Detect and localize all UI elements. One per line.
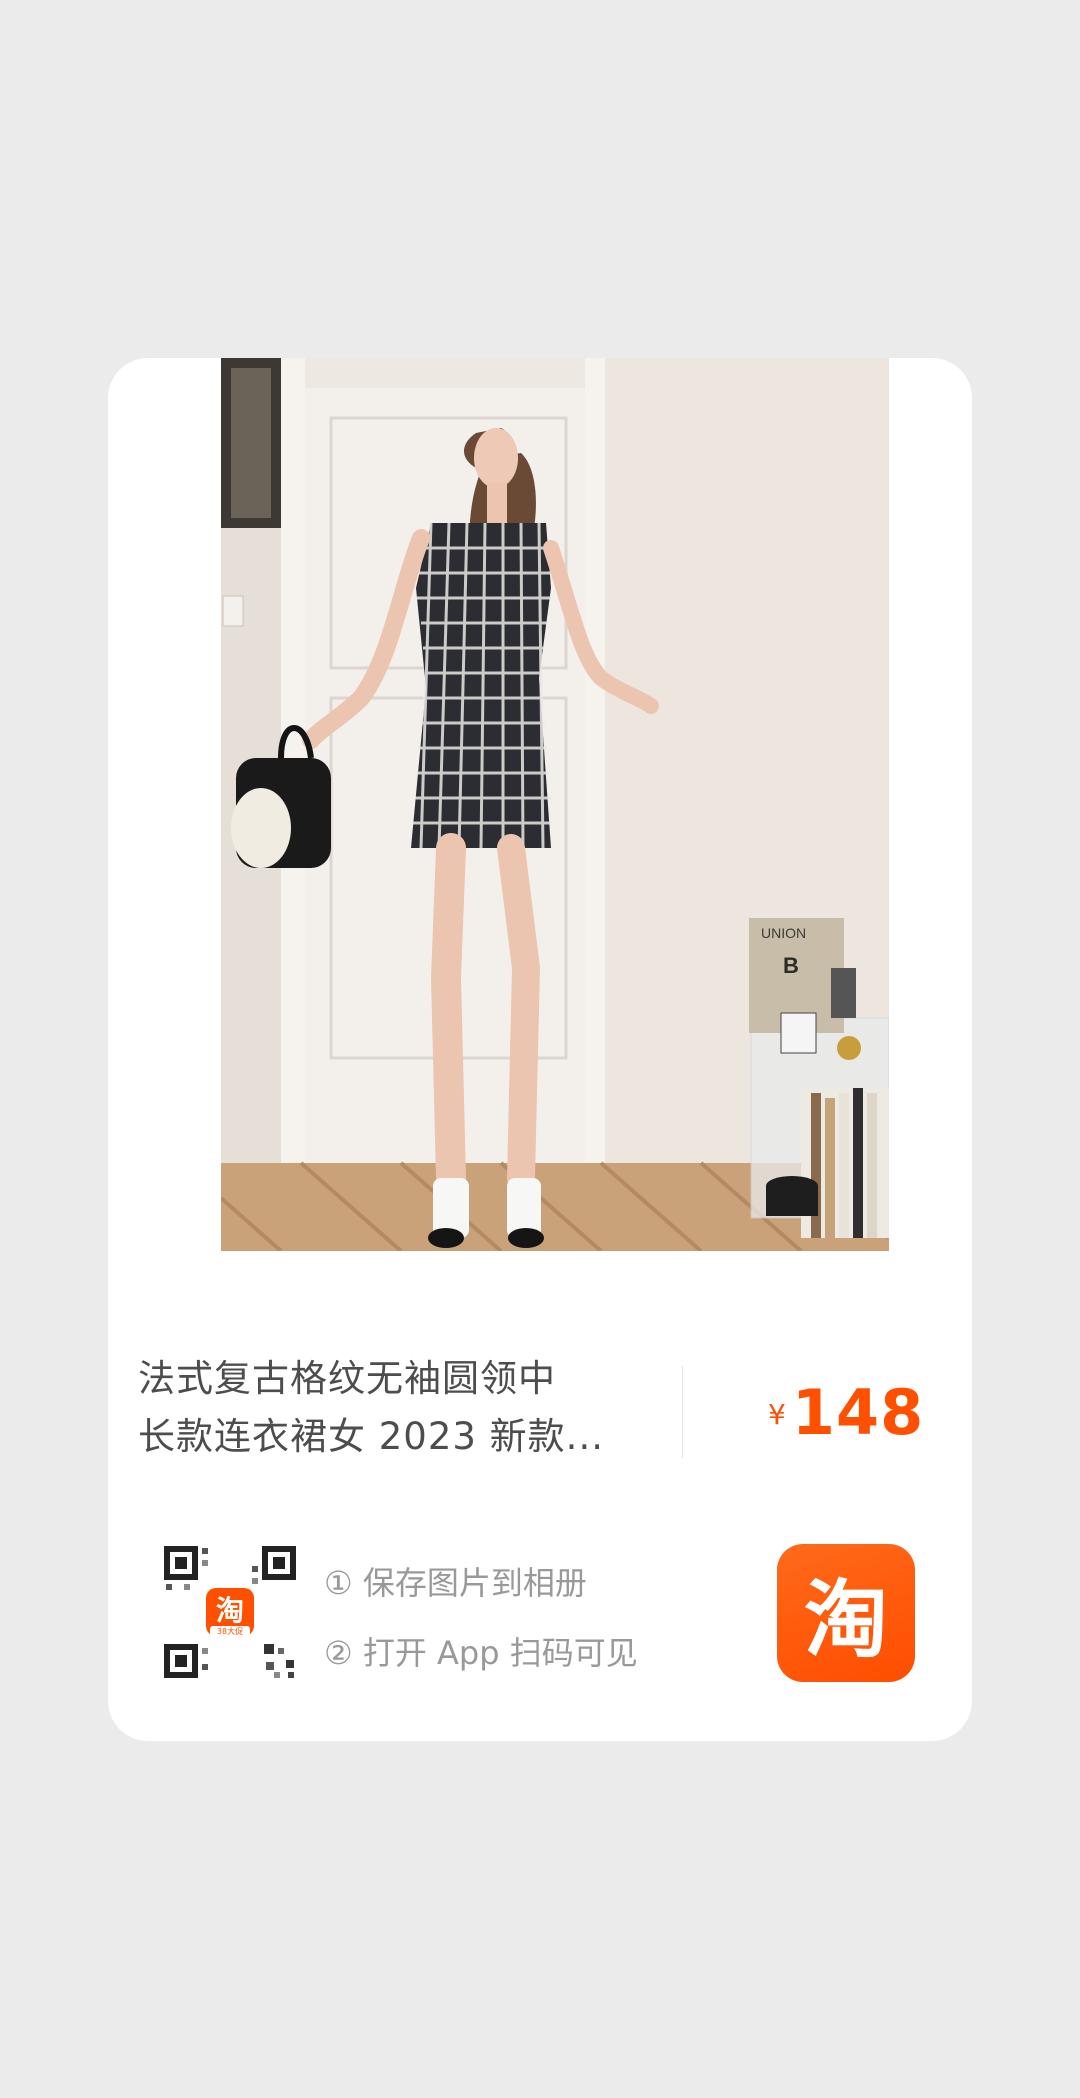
product-title-line-1: 法式复古格纹无袖圆领中 xyxy=(138,1357,556,1400)
poster-letter: B xyxy=(783,953,799,978)
qr-badge-subtext: 38大促 xyxy=(217,1626,243,1636)
qr-badge-icon: 淘 xyxy=(216,1594,244,1627)
share-instructions: ① 保存图片到相册 ② 打开 App 扫码可见 xyxy=(324,1548,638,1688)
instruction-step-1: ① 保存图片到相册 xyxy=(324,1564,587,1602)
title-price-divider xyxy=(682,1366,683,1458)
poster-text: UNION xyxy=(761,925,806,941)
product-title[interactable]: 法式复古格纹无袖圆领中 长款连衣裙女 2023 新款... xyxy=(138,1350,638,1466)
qr-code: 淘 38大促 xyxy=(162,1544,298,1680)
currency-symbol: ¥ xyxy=(768,1398,786,1431)
product-title-line-2: 长款连衣裙女 2023 新款... xyxy=(138,1415,604,1458)
instruction-step-2: ② 打开 App 扫码可见 xyxy=(324,1634,638,1672)
product-price: ¥148 xyxy=(768,1376,924,1449)
price-amount: 148 xyxy=(791,1376,925,1449)
product-share-card: UNION B 法式复古格纹无袖圆领中 长款连衣裙女 2023 新款... ¥1… xyxy=(108,358,972,1741)
taobao-app-icon[interactable]: 淘 xyxy=(777,1544,915,1682)
product-image: UNION B xyxy=(221,358,889,1251)
